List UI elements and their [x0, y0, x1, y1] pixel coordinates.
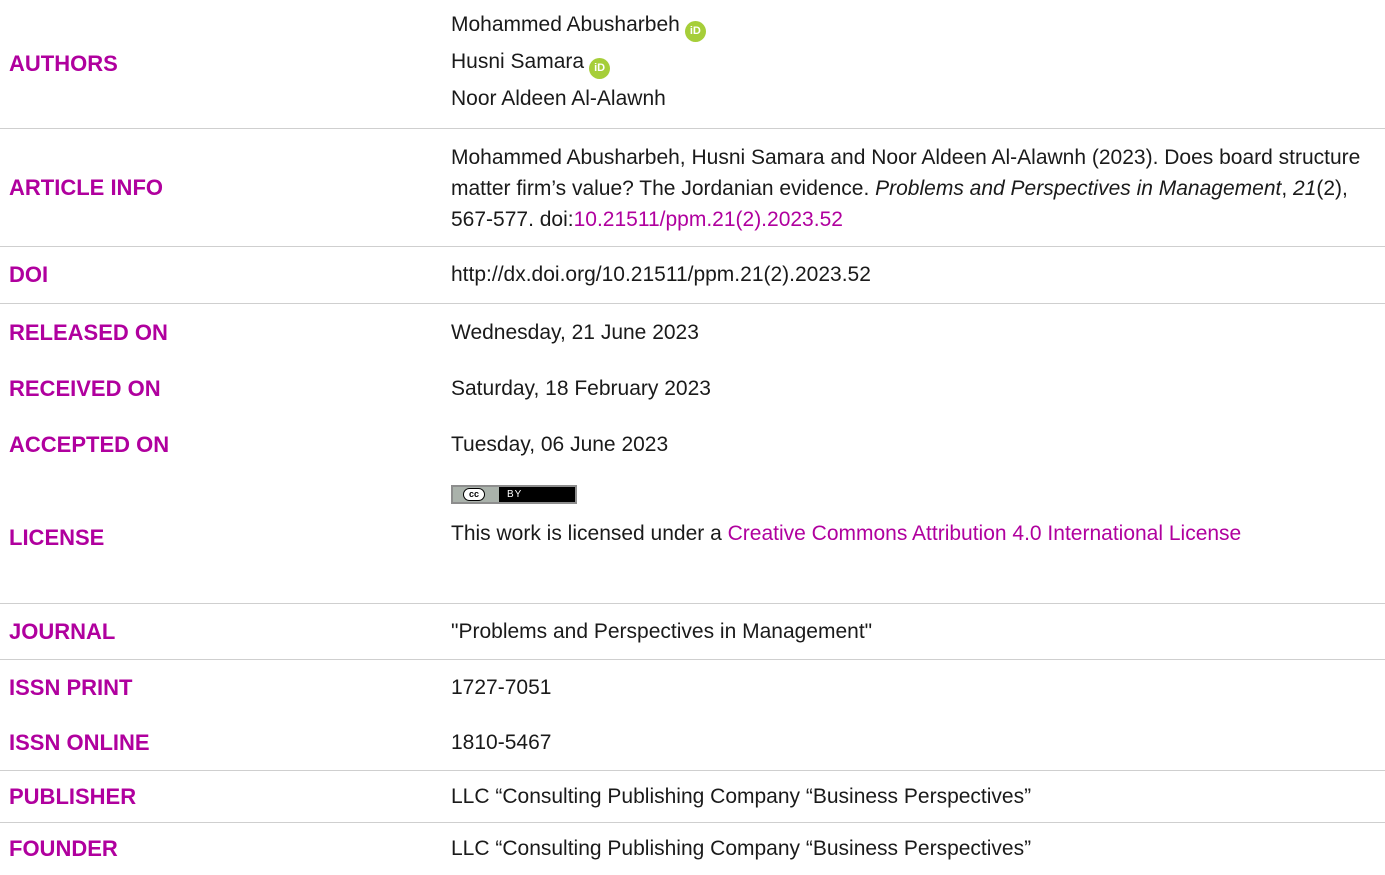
- publisher-label: PUBLISHER: [9, 783, 137, 809]
- author-name[interactable]: Mohammed Abusharbeh: [451, 13, 680, 36]
- cc-icon: cc: [463, 488, 485, 501]
- row-issn-online: ISSN ONLINE 1810-5467: [0, 715, 1385, 771]
- author-item: Mohammed Abusharbeh iD: [451, 6, 1376, 43]
- cc-by-text: BY: [507, 489, 523, 500]
- license-content: cc BY This work is licensed under a Crea…: [451, 483, 1331, 549]
- journal-label: JOURNAL: [9, 618, 116, 644]
- row-released-on: RELEASED ON Wednesday, 21 June 2023: [0, 304, 1385, 361]
- received-on-label: RECEIVED ON: [9, 376, 161, 401]
- citation-doi-link[interactable]: 10.21511/ppm.21(2).2023.52: [574, 208, 843, 231]
- received-on-value: Saturday, 18 February 2023: [451, 377, 711, 400]
- issn-print-value: 1727-7051: [451, 675, 552, 699]
- issn-online-value: 1810-5467: [451, 730, 552, 754]
- doi-label: DOI: [9, 262, 49, 287]
- license-prefix: This work is licensed under a: [451, 522, 728, 545]
- article-info-label: ARTICLE INFO: [9, 174, 163, 200]
- founder-label: FOUNDER: [9, 836, 118, 861]
- row-license: LICENSE cc BY This work is licensed unde…: [0, 473, 1385, 604]
- row-received-on: RECEIVED ON Saturday, 18 February 2023: [0, 361, 1385, 417]
- orcid-icon[interactable]: iD: [684, 21, 706, 42]
- citation-journal: Problems and Perspectives in Management: [875, 177, 1282, 200]
- article-citation: Mohammed Abusharbeh, Husni Samara and No…: [451, 142, 1376, 235]
- released-on-label: RELEASED ON: [9, 319, 168, 345]
- issn-online-label: ISSN ONLINE: [9, 729, 150, 755]
- row-founder: FOUNDER LLC “Consulting Publishing Compa…: [0, 823, 1385, 875]
- row-doi: DOI http://dx.doi.org/10.21511/ppm.21(2)…: [0, 247, 1385, 304]
- author-item: Husni Samara iD: [451, 43, 1376, 80]
- row-issn-print: ISSN PRINT 1727-7051: [0, 660, 1385, 715]
- row-accepted-on: ACCEPTED ON Tuesday, 06 June 2023: [0, 417, 1385, 473]
- license-label: LICENSE: [9, 525, 105, 550]
- row-journal: JOURNAL "Problems and Perspectives in Ma…: [0, 604, 1385, 660]
- author-name[interactable]: Noor Aldeen Al-Alawnh: [451, 87, 666, 110]
- publisher-value: LLC “Consulting Publishing Company “Busi…: [451, 784, 1032, 808]
- license-link[interactable]: Creative Commons Attribution 4.0 Interna…: [728, 522, 1242, 545]
- issn-print-label: ISSN PRINT: [9, 674, 133, 700]
- row-authors: AUTHORS Mohammed Abusharbeh iD Husni Sama…: [0, 0, 1385, 129]
- author-name[interactable]: Husni Samara: [451, 50, 584, 73]
- row-publisher: PUBLISHER LLC “Consulting Publishing Com…: [0, 771, 1385, 823]
- doi-value: http://dx.doi.org/10.21511/ppm.21(2).202…: [451, 263, 871, 286]
- authors-list: Mohammed Abusharbeh iD Husni Samara iD Noo…: [451, 6, 1376, 117]
- citation-sep: ,: [1281, 177, 1294, 200]
- row-article-info: ARTICLE INFO Mohammed Abusharbeh, Husni …: [0, 129, 1385, 247]
- citation-volume: 21: [1293, 177, 1317, 200]
- released-on-value: Wednesday, 21 June 2023: [451, 320, 699, 344]
- accepted-on-label: ACCEPTED ON: [9, 432, 170, 457]
- journal-value: "Problems and Perspectives in Management…: [451, 619, 873, 643]
- authors-label: AUTHORS: [9, 51, 118, 76]
- orcid-icon[interactable]: iD: [589, 58, 611, 79]
- author-item: Noor Aldeen Al-Alawnh: [451, 80, 1376, 117]
- cc-by-badge[interactable]: cc BY: [451, 485, 577, 504]
- license-text: This work is licensed under a Creative C…: [451, 519, 1331, 549]
- founder-value: LLC “Consulting Publishing Company “Busi…: [451, 837, 1032, 860]
- accepted-on-value: Tuesday, 06 June 2023: [451, 433, 669, 456]
